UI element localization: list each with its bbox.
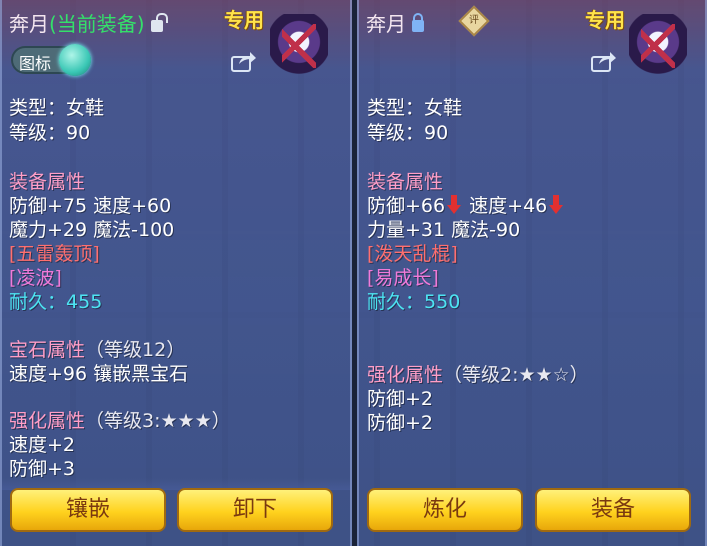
enhance-line-1: 速度+2	[9, 434, 76, 456]
unequip-button[interactable]: 卸下	[177, 488, 333, 532]
gem-attribute-line: 速度+96 镶嵌黑宝石	[9, 363, 189, 385]
enhance-attributes: 强化属性（等级2:★★☆）	[367, 360, 589, 387]
share-icon[interactable]	[231, 50, 257, 72]
durability: 耐久：550	[367, 287, 460, 314]
equip-attributes-header: 装备属性	[367, 171, 444, 193]
character-portrait-icon	[629, 14, 687, 76]
icon-toggle[interactable]: 图标	[11, 44, 91, 76]
item-name: 奔月	[366, 12, 406, 36]
enhance-level: （等级3:★★★）	[85, 410, 231, 432]
enhance-line-2: 防御+3	[9, 458, 76, 480]
attribute-line-1: 防御+66 速度+46	[367, 191, 565, 218]
red-down-arrow-icon	[549, 195, 564, 215]
durability-label: 耐久：	[9, 291, 67, 313]
enhance-attributes: 强化属性（等级3:★★★）	[9, 406, 231, 433]
gem-attributes-header: 宝石属性	[9, 339, 86, 361]
attribute-line-2: 力量+31 魔法-90	[367, 219, 521, 241]
locked-icon[interactable]	[412, 13, 424, 32]
icon-toggle-label: 图标	[19, 54, 52, 73]
durability: 耐久：455	[9, 287, 102, 314]
item-type: 类型：女鞋	[367, 97, 463, 119]
equip-button[interactable]: 装备	[535, 488, 691, 532]
durability-value: 550	[424, 291, 461, 313]
attribute-line-1: 防御+75 速度+60	[9, 195, 172, 217]
item-type: 类型：女鞋	[9, 97, 105, 119]
durability-label: 耐久：	[367, 291, 425, 313]
inlay-button[interactable]: 镶嵌	[10, 488, 166, 532]
item-name: 奔月	[9, 12, 49, 36]
item-level: 等级：90	[9, 122, 91, 144]
defense-attr: 防御+66	[367, 195, 446, 217]
gem-level: （等级12）	[85, 339, 186, 361]
enhance-attributes-header: 强化属性	[367, 364, 444, 386]
unlocked-icon[interactable]	[150, 13, 168, 32]
toggle-knob	[59, 44, 91, 76]
equip-attributes-header: 装备属性	[9, 171, 86, 193]
enhance-level: （等级2:★★☆）	[443, 364, 589, 386]
item-level: 等级：90	[367, 122, 449, 144]
evaluation-badge-label: 评	[469, 15, 479, 26]
enhance-line-2: 防御+2	[367, 412, 434, 434]
evaluation-badge[interactable]: 评	[458, 5, 490, 37]
attribute-line-2: 魔力+29 魔法-100	[9, 219, 175, 241]
compare-equipment-panel: 奔月 评 专用 类型：女鞋 等级：90 装备属性 防御+66 速度+46 力量+…	[357, 0, 707, 546]
red-down-arrow-icon	[447, 195, 462, 215]
current-equipment-panel: 奔月(当前装备) 专用 图标 类型：女鞋 等级：90 装备属性 防御+75 速度…	[0, 0, 352, 546]
equipped-status: (当前装备)	[49, 12, 145, 36]
special-effect: [易成长]	[367, 267, 439, 289]
enhance-line-1: 防御+2	[367, 388, 434, 410]
item-name-row: 奔月(当前装备)	[9, 8, 168, 37]
refine-button[interactable]: 炼化	[367, 488, 523, 532]
enhance-attributes-header: 强化属性	[9, 410, 86, 432]
exclusive-label: 专用	[585, 8, 625, 32]
special-skill: [五雷轰顶]	[9, 243, 100, 265]
durability-value: 455	[66, 291, 103, 313]
gem-attributes: 宝石属性（等级12）	[9, 335, 185, 362]
speed-attr: 速度+46	[469, 195, 548, 217]
item-name-row: 奔月	[366, 8, 424, 37]
exclusive-label: 专用	[224, 8, 264, 32]
special-skill: [泼天乱棍]	[367, 243, 458, 265]
special-effect: [凌波]	[9, 267, 62, 289]
character-portrait-icon	[270, 14, 328, 76]
share-icon[interactable]	[591, 50, 617, 72]
